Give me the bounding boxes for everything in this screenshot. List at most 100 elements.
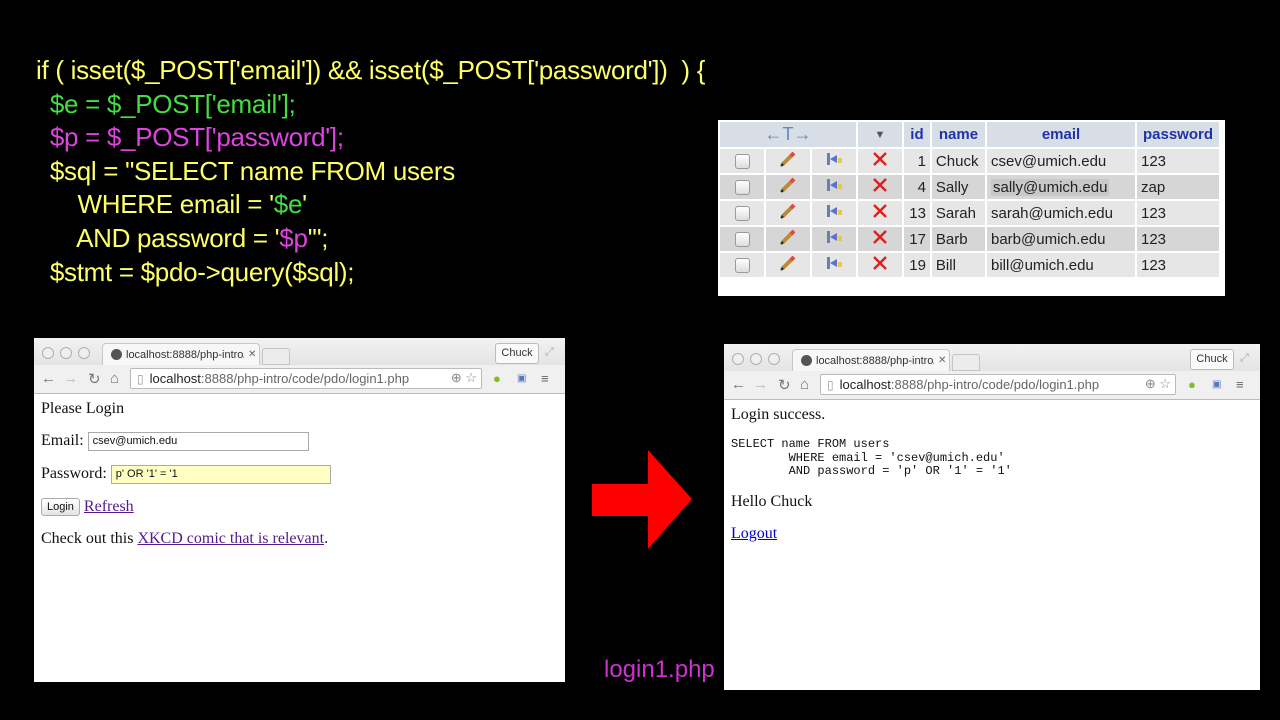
tab-title: localhost:8888/php-intro/ (816, 354, 934, 367)
pencil-icon[interactable] (779, 150, 797, 168)
cell-id: 17 (904, 227, 930, 251)
edit-pencil-icon[interactable] (766, 227, 810, 251)
checkbox[interactable] (734, 232, 750, 248)
forward-arrow-icon[interactable]: → (753, 376, 768, 393)
copy-row-icon[interactable] (812, 253, 856, 277)
column-header-name[interactable]: name (931, 122, 985, 147)
code-token: $stmt = $pdo->query($sql); (36, 256, 355, 287)
insert-copy-icon[interactable] (824, 150, 844, 168)
browser-tab[interactable]: localhost:8888/php-intro/ ✕ (792, 349, 950, 371)
email-value: sarah@umich.edu (991, 204, 1113, 222)
red-x-icon[interactable] (871, 150, 889, 168)
zoom-star-icons[interactable]: ⊕ ☆ (451, 370, 477, 386)
reload-icon[interactable]: ↻ (88, 370, 101, 388)
zoom-window-button[interactable] (78, 347, 90, 359)
checkbox[interactable] (734, 258, 750, 274)
new-tab-button[interactable] (262, 348, 290, 365)
copy-row-icon[interactable] (812, 227, 856, 251)
login-button[interactable]: Login (41, 498, 80, 517)
edit-pencil-icon[interactable] (766, 253, 810, 277)
zoom-window-button[interactable] (768, 353, 780, 365)
menu-icon[interactable]: ≡ (541, 371, 549, 386)
email-input[interactable]: csev@umich.edu (87, 432, 309, 451)
column-header-email[interactable]: email (987, 122, 1135, 147)
checkbox[interactable] (734, 154, 750, 170)
red-x-icon[interactable] (871, 254, 889, 272)
profile-button[interactable]: Chuck (495, 343, 539, 364)
extension-green-icon[interactable]: ● (493, 371, 501, 386)
logout-link[interactable]: Logout (731, 525, 777, 542)
copy-row-icon[interactable] (812, 149, 856, 173)
column-header-id[interactable]: id (904, 122, 930, 147)
menu-icon[interactable]: ≡ (1236, 377, 1244, 392)
profile-button[interactable]: Chuck (1190, 349, 1234, 370)
red-x-icon[interactable] (871, 202, 889, 220)
code-token: $p = $_POST['password']; (36, 122, 344, 153)
pencil-icon[interactable] (779, 254, 797, 272)
address-bar[interactable]: ▯ localhost:8888/php-intro/code/pdo/logi… (130, 368, 482, 389)
delete-row-icon[interactable] (858, 201, 902, 225)
code-token: ' (302, 189, 307, 220)
insert-copy-icon[interactable] (824, 254, 844, 272)
back-arrow-icon[interactable]: ← (731, 376, 746, 393)
login-heading: Please Login (41, 400, 125, 417)
new-tab-button[interactable] (952, 354, 980, 371)
delete-row-icon[interactable] (858, 253, 902, 277)
home-icon[interactable]: ⌂ (110, 370, 119, 387)
copy-row-icon[interactable] (812, 201, 856, 225)
row-checkbox[interactable] (720, 201, 764, 225)
xkcd-link[interactable]: XKCD comic that is relevant (137, 530, 324, 547)
delete-row-icon[interactable] (858, 149, 902, 173)
column-nav-arrows[interactable]: ←T→ (720, 122, 856, 147)
row-checkbox[interactable] (720, 149, 764, 173)
insert-copy-icon[interactable] (824, 202, 844, 220)
php-extension-icon[interactable]: ▣ (1212, 379, 1221, 390)
copy-row-icon[interactable] (812, 175, 856, 199)
table-row: 17 Barb barb@umich.edu 123 (720, 227, 1219, 251)
minimize-window-button[interactable] (750, 353, 762, 365)
address-bar[interactable]: ▯ localhost:8888/php-intro/code/pdo/logi… (820, 374, 1176, 395)
pencil-icon[interactable] (779, 176, 797, 194)
home-icon[interactable]: ⌂ (800, 376, 809, 393)
cell-email: bill@umich.edu (987, 253, 1135, 277)
php-extension-icon[interactable]: ▣ (517, 373, 526, 384)
back-arrow-icon[interactable]: ← (41, 370, 56, 387)
edit-pencil-icon[interactable] (766, 201, 810, 225)
password-input[interactable]: p' OR '1' = '1 (110, 465, 331, 484)
reload-icon[interactable]: ↻ (778, 376, 791, 394)
extension-green-icon[interactable]: ● (1188, 377, 1196, 392)
checkbox[interactable] (734, 206, 750, 222)
url-host: localhost (149, 371, 201, 386)
fullscreen-icon[interactable]: ⤢ (545, 346, 554, 359)
code-line: $sql = "SELECT name FROM users (36, 155, 705, 189)
minimize-window-button[interactable] (60, 347, 72, 359)
column-header-password[interactable]: password (1137, 122, 1219, 147)
red-x-icon[interactable] (871, 176, 889, 194)
email-value: barb@umich.edu (991, 230, 1106, 248)
browser-tab[interactable]: localhost:8888/php-intro/ ✕ (102, 343, 260, 365)
row-checkbox[interactable] (720, 175, 764, 199)
checkbox[interactable] (734, 180, 750, 196)
pencil-icon[interactable] (779, 228, 797, 246)
close-tab-icon[interactable]: ✕ (938, 355, 946, 366)
red-x-icon[interactable] (871, 228, 889, 246)
close-window-button[interactable] (42, 347, 54, 359)
forward-arrow-icon[interactable]: → (63, 370, 78, 387)
code-token: $p (279, 222, 308, 253)
close-window-button[interactable] (732, 353, 744, 365)
fullscreen-icon[interactable]: ⤢ (1240, 352, 1249, 365)
row-checkbox[interactable] (720, 253, 764, 277)
delete-row-icon[interactable] (858, 227, 902, 251)
refresh-link[interactable]: Refresh (84, 498, 134, 515)
edit-pencil-icon[interactable] (766, 149, 810, 173)
php-code-block: if ( isset($_POST['email']) && isset($_P… (36, 54, 705, 289)
insert-copy-icon[interactable] (824, 228, 844, 246)
insert-copy-icon[interactable] (824, 176, 844, 194)
sort-dropdown-icon[interactable]: ▼ (858, 122, 902, 147)
delete-row-icon[interactable] (858, 175, 902, 199)
pencil-icon[interactable] (779, 202, 797, 220)
edit-pencil-icon[interactable] (766, 175, 810, 199)
zoom-star-icons[interactable]: ⊕ ☆ (1145, 376, 1171, 392)
row-checkbox[interactable] (720, 227, 764, 251)
close-tab-icon[interactable]: ✕ (248, 349, 256, 360)
